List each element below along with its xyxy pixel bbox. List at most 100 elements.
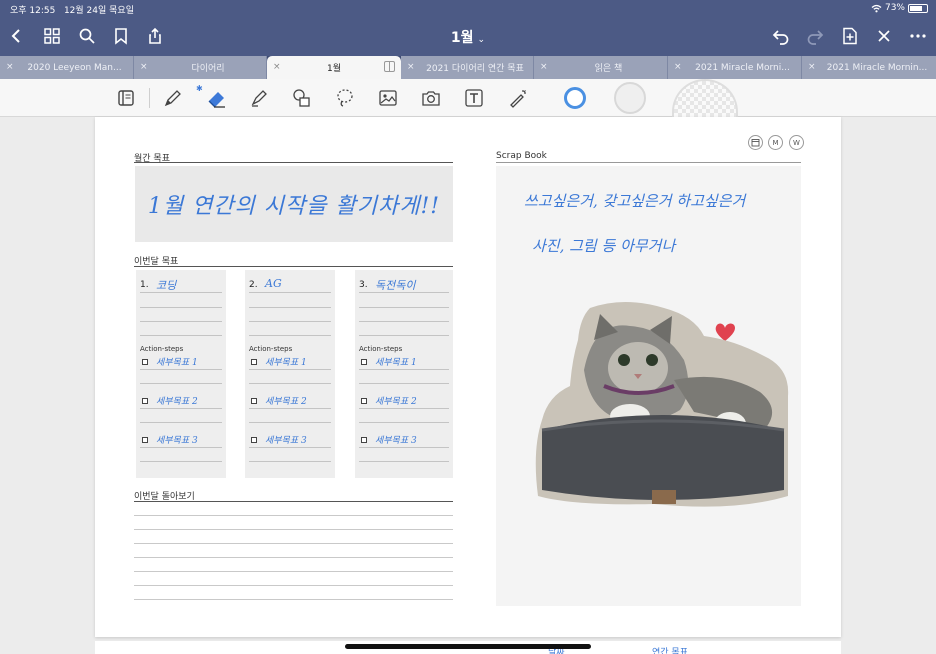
text-tool[interactable]: [461, 85, 487, 111]
document-title[interactable]: 1월 ⌄: [0, 27, 936, 47]
tab-label: 2021 Miracle Mornin...: [826, 62, 928, 73]
more-button[interactable]: [907, 25, 929, 47]
lasso-tool[interactable]: [332, 85, 358, 111]
laser-pointer-tool[interactable]: [505, 85, 531, 111]
tab-close-icon[interactable]: ×: [407, 62, 415, 72]
ruled-line: [359, 447, 449, 448]
week-view-button[interactable]: W: [789, 135, 804, 150]
add-page-button[interactable]: [839, 25, 861, 47]
share-icon: [149, 27, 161, 44]
month-view-button[interactable]: M: [768, 135, 783, 150]
cat-photo-sticker[interactable]: [534, 300, 790, 508]
bookmark-button[interactable]: [110, 25, 132, 47]
close-icon: [878, 30, 890, 42]
action-step: 세부목표 1: [156, 358, 198, 368]
color-swatch-blue[interactable]: [564, 87, 586, 109]
ruled-line: [249, 461, 331, 462]
highlighter-icon: [251, 90, 267, 107]
ruled-line: [249, 422, 331, 423]
ruled-line: [134, 571, 453, 572]
pen-tool[interactable]: [160, 85, 186, 111]
action-steps-label: Action-steps: [249, 345, 293, 353]
tab-read-books[interactable]: × 읽은 책: [534, 56, 668, 79]
goal-column-1[interactable]: 1. 코딩 Action-steps 세부목표 1 세부목표 2 세부목표 3: [136, 270, 226, 478]
back-button[interactable]: [6, 25, 28, 47]
text-icon: [465, 89, 483, 107]
highlighter-tool[interactable]: [246, 85, 272, 111]
scrap-handwriting-line-2: 사진, 그림 등 아무거나: [532, 237, 676, 255]
tab-miracle-morning-2[interactable]: × 2021 Miracle Mornin...: [802, 56, 936, 79]
share-button[interactable]: [144, 25, 166, 47]
tab-close-icon[interactable]: ×: [674, 62, 682, 72]
goal-column-3[interactable]: 3. 독전독이 Action-steps 세부목표 1 세부목표 2 세부목표 …: [355, 270, 453, 478]
checkbox[interactable]: [142, 359, 148, 365]
read-only-tool[interactable]: [113, 85, 139, 111]
tab-close-icon[interactable]: ×: [6, 62, 14, 72]
eraser-tool[interactable]: [204, 85, 230, 111]
divider: [134, 266, 453, 267]
scrap-handwriting-line-1: 쓰고싶은거, 갖고싶은거 하고싶은거: [524, 192, 746, 210]
ruled-line: [359, 422, 449, 423]
ruled-line: [134, 543, 453, 544]
grid-icon: [44, 28, 60, 44]
camera-tool[interactable]: [418, 85, 444, 111]
checkbox[interactable]: [361, 437, 367, 443]
ruled-line: [359, 307, 449, 308]
checkbox[interactable]: [361, 359, 367, 365]
status-time: 오후 12:55: [10, 6, 56, 16]
checkbox[interactable]: [142, 437, 148, 443]
checkbox[interactable]: [251, 437, 257, 443]
action-step: 세부목표 1: [265, 358, 307, 368]
lasso-icon: [337, 89, 353, 107]
tab-diary[interactable]: × 다이어리: [134, 56, 267, 79]
ruled-line: [140, 369, 222, 370]
tab-close-icon[interactable]: ×: [808, 62, 816, 72]
stroke-width-swatch[interactable]: [614, 82, 646, 114]
ruled-line: [249, 307, 331, 308]
ruled-line: [359, 292, 449, 293]
chevron-down-icon: ⌄: [477, 35, 486, 45]
ruled-line: [359, 321, 449, 322]
action-step: 세부목표 3: [156, 436, 198, 446]
goal-number: 1.: [140, 280, 149, 290]
image-tool[interactable]: [375, 85, 401, 111]
checkbox[interactable]: [251, 359, 257, 365]
ruled-line: [249, 447, 331, 448]
home-indicator[interactable]: [345, 644, 591, 649]
calendar-icon: [751, 139, 760, 147]
checkbox[interactable]: [251, 398, 257, 404]
shapes-icon: [293, 89, 310, 107]
document-tab-strip: × 2020 Leeyeon Man... × 다이어리 × 1월 × 2021…: [0, 56, 936, 79]
status-right: 73%: [871, 3, 928, 13]
goal-number: 3.: [359, 280, 368, 290]
undo-button[interactable]: [770, 25, 792, 47]
tab-close-icon[interactable]: ×: [273, 62, 281, 72]
undo-icon: [772, 30, 789, 45]
monthly-goal-box[interactable]: 1월 연간의 시작을 활기차게!!: [135, 166, 453, 242]
shape-tool[interactable]: [289, 85, 315, 111]
tab-close-icon[interactable]: ×: [140, 62, 148, 72]
thumbnails-button[interactable]: [41, 25, 63, 47]
eraser-icon: [208, 92, 225, 108]
tab-miracle-morning-1[interactable]: × 2021 Miracle Morni...: [668, 56, 802, 79]
annotation-toolbar: [0, 79, 936, 117]
search-button[interactable]: [76, 25, 98, 47]
divider: [134, 162, 453, 163]
calendar-view-button[interactable]: [748, 135, 763, 150]
status-time-date: 오후 12:55 12월 24일 목요일: [10, 3, 134, 16]
checkbox[interactable]: [361, 398, 367, 404]
close-button[interactable]: [873, 25, 895, 47]
ruled-line: [134, 585, 453, 586]
tab-2021-annual-goal[interactable]: × 2021 다이어리 연간 목표: [401, 56, 534, 79]
goal-column-2[interactable]: 2. AG Action-steps 세부목표 1 세부목표 2 세부목표 3: [245, 270, 335, 478]
next-page-handwriting: 연간 목표: [652, 648, 688, 654]
ruled-line: [359, 461, 449, 462]
tab-2020-leeyeon[interactable]: × 2020 Leeyeon Man...: [0, 56, 134, 79]
tab-january[interactable]: × 1월: [267, 56, 401, 79]
pen-icon: [164, 90, 181, 107]
tab-close-icon[interactable]: ×: [540, 62, 548, 72]
redo-button[interactable]: [804, 25, 826, 47]
split-view-icon[interactable]: [384, 61, 395, 72]
checkbox[interactable]: [142, 398, 148, 404]
ruled-line: [359, 383, 449, 384]
